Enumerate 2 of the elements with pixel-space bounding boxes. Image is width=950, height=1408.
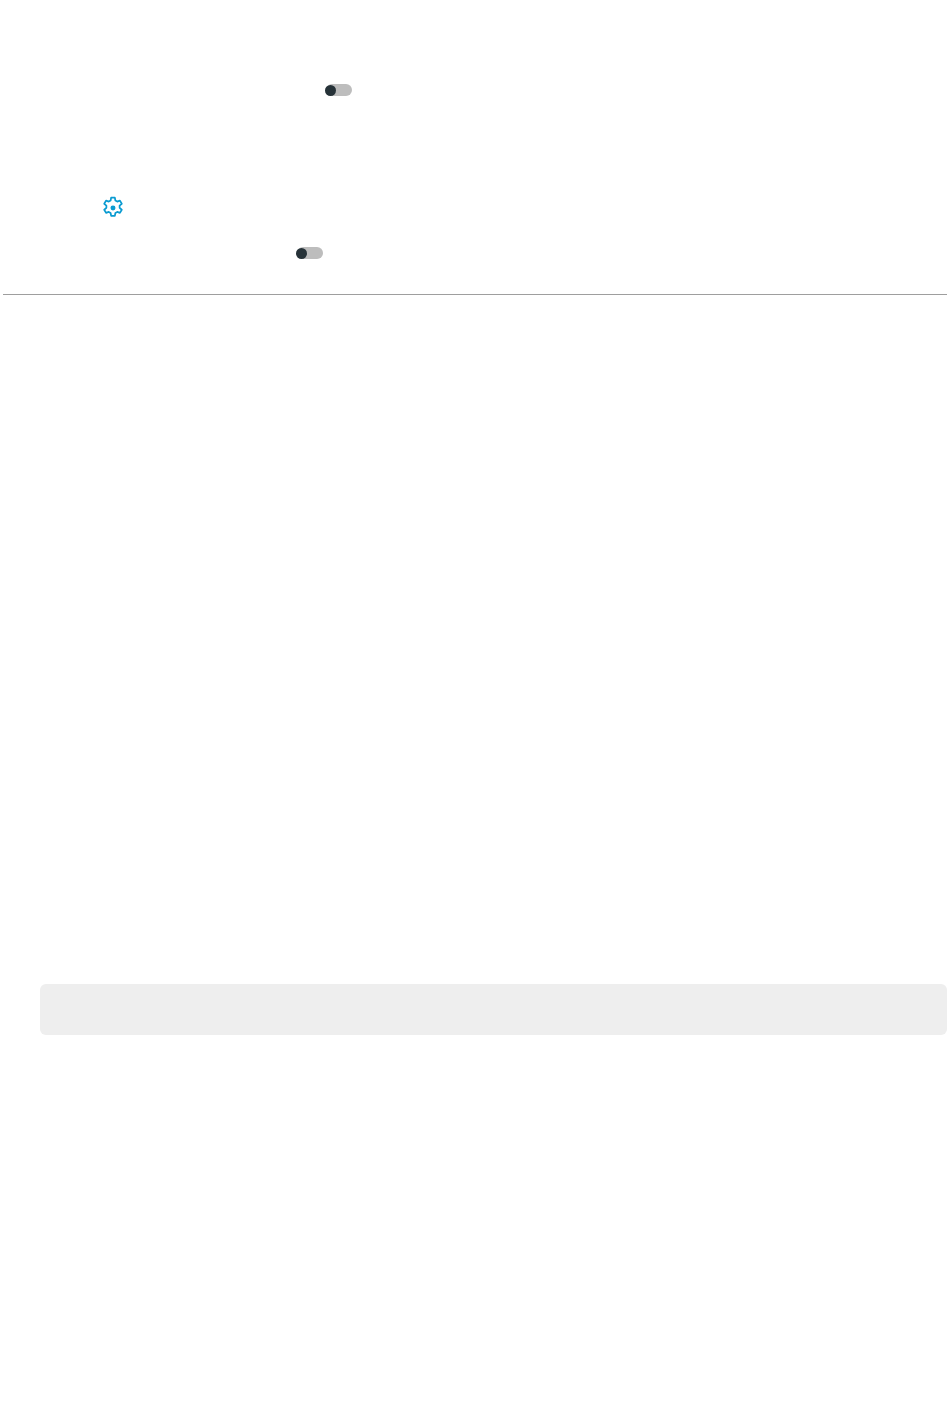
toggle-switch[interactable] — [297, 247, 323, 259]
toggle-switch[interactable] — [326, 84, 352, 96]
